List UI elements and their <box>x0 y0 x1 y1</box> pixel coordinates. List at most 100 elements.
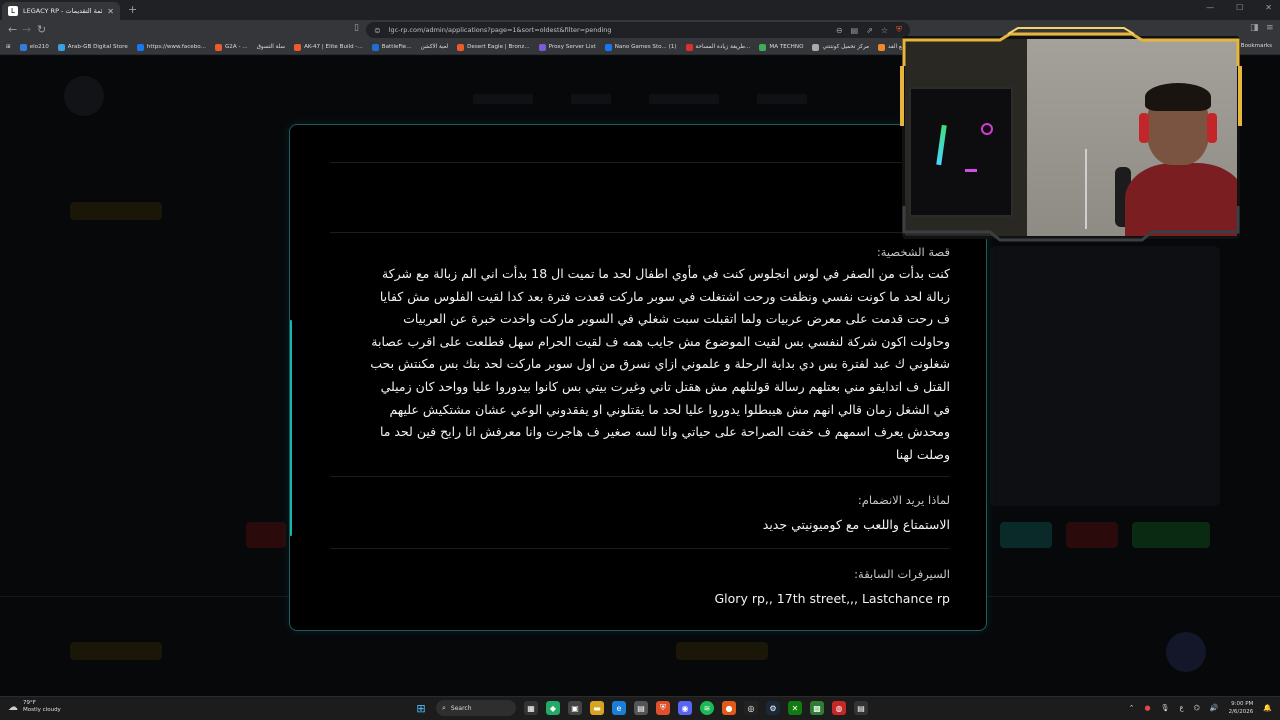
app-icon[interactable]: ● <box>722 701 736 715</box>
site-info-icon[interactable]: ⊜ <box>374 26 381 35</box>
widgets-icon[interactable]: ▦ <box>524 701 538 715</box>
spotify-icon[interactable]: ≋ <box>700 701 714 715</box>
store-icon[interactable]: ▤ <box>634 701 648 715</box>
modal-scroll-accent[interactable] <box>290 320 292 536</box>
language-icon[interactable]: ع <box>1180 704 1184 712</box>
clock-date: 2/6/2026 <box>1228 709 1254 715</box>
bg-button <box>1066 522 1118 548</box>
sidebar-toggle-icon[interactable]: ◨ <box>1250 23 1259 33</box>
browser-titlebar: L LEGACY RP - قائمة التقديمات ✕ + — ☐ ✕ <box>0 0 1280 20</box>
windows-start-icon[interactable]: ⊞ <box>414 701 428 715</box>
zoom-icon[interactable]: ⊖ <box>836 26 843 35</box>
application-detail-modal: عية: برنس قصة الشخصية: كنت بدأت من الصفر… <box>289 124 987 631</box>
field-value-why-join: الاستمتاع واللعب مع كوميونيتي جديد <box>762 517 950 533</box>
menu-icon[interactable]: ≡ <box>1266 23 1274 33</box>
obs-icon[interactable]: ◎ <box>744 701 758 715</box>
file-explorer-icon[interactable]: ▬ <box>590 701 604 715</box>
page-icon[interactable]: ▤ <box>851 26 859 35</box>
webcam-overlay <box>902 36 1240 239</box>
minimize-icon[interactable]: — <box>1206 3 1214 12</box>
weather-widget[interactable]: ☁ 79°F Mostly cloudy <box>8 700 61 714</box>
close-window-icon[interactable]: ✕ <box>1265 3 1272 12</box>
address-bar[interactable]: ⊜ lgc-rp.com/admin/applications?page=1&s… <box>366 22 910 38</box>
bookmark-item[interactable]: AK-47 | Elite Build -... <box>294 43 363 51</box>
maximize-icon[interactable]: ☐ <box>1236 3 1243 12</box>
bg-card <box>990 246 1220 506</box>
apps-grid-icon[interactable]: ⊞ <box>6 44 11 50</box>
headphones-icon <box>1207 113 1217 143</box>
field-value-story: كنت بدأت من الصفر في لوس انجلوس كنت في م… <box>330 263 950 466</box>
star-icon[interactable]: ☆ <box>881 26 888 35</box>
field-label-why-join: لماذا يريد الانضمام: <box>857 493 950 508</box>
story-line: زبالة لحد ما كونت نفسي ونظفت ورحت اشتغلت… <box>379 288 950 304</box>
field-label-character-name: عية: <box>330 181 986 195</box>
site-favicon-icon: L <box>8 6 18 16</box>
bg-pill <box>70 642 162 660</box>
new-tab-button[interactable]: + <box>128 3 137 16</box>
network-icon[interactable]: ⌬ <box>1194 704 1200 712</box>
clock[interactable]: 9:00 PM 2/6/2026 <box>1229 700 1254 716</box>
mic-icon[interactable]: 🎙 <box>1161 704 1170 712</box>
weather-temp: 79°F <box>23 700 36 706</box>
notification-bell-icon[interactable]: 🔔 <box>1263 704 1272 712</box>
cam-pc-case <box>909 87 1013 217</box>
cam-person-body <box>1125 163 1237 236</box>
modal-content: عية: برنس قصة الشخصية: كنت بدأت من الصفر… <box>330 125 986 607</box>
reload-icon[interactable]: ↻ <box>37 23 46 36</box>
discord-icon[interactable]: ◉ <box>678 701 692 715</box>
bookmark-item[interactable]: Nano Games Sto... (1) <box>604 43 677 51</box>
bookmark-item[interactable]: Proxy Server List <box>538 43 596 51</box>
story-line: وصلت لهنا <box>895 446 950 462</box>
cam-mic-stand <box>1085 149 1087 229</box>
bookmark-item[interactable]: https://www.facebo... <box>136 43 206 51</box>
tray-app-icon[interactable]: ● <box>1145 704 1151 712</box>
bookmark-item[interactable]: مركز تحميل كونتنتي <box>812 43 869 51</box>
share-icon[interactable]: ⇗ <box>866 26 873 35</box>
field-value-character-name: برنس <box>330 205 986 220</box>
system-tray: ⌃ ● 🎙 ع ⌬ 🔊 9:00 PM 2/6/2026 🔔 <box>1129 700 1272 716</box>
task-view-icon[interactable]: ▣ <box>568 701 582 715</box>
chevron-up-icon[interactable]: ⌃ <box>1129 704 1135 712</box>
brave-icon[interactable]: ⛨ <box>656 701 670 715</box>
bg-pill <box>676 642 768 660</box>
bookmark-page-icon[interactable]: ▯ <box>354 23 359 33</box>
tab-title: LEGACY RP - قائمة التقديمات <box>23 7 103 15</box>
xbox-icon[interactable]: ✕ <box>788 701 802 715</box>
story-line: شغلوني ك عبد لفترة بس دي بداية الرحلة و … <box>370 356 950 372</box>
steam-icon[interactable]: ⚙ <box>766 701 780 715</box>
bookmark-item[interactable]: لعبة الاكشن <box>421 44 449 50</box>
bookmark-item[interactable]: elo210 <box>19 43 49 51</box>
bookmark-item[interactable]: Desert Eagle | Bronz... <box>457 43 530 51</box>
back-arrow-icon[interactable]: ← <box>8 23 17 36</box>
taskbar-apps: ⊞ ⌕ Search ▦ ◆ ▣ ▬ e ▤ ⛨ ◉ ≋ ● ◎ ⚙ ✕ ▩ ◍… <box>414 700 868 716</box>
bookmark-item[interactable]: سلة التسوق <box>257 44 285 50</box>
bg-avatar <box>1166 632 1206 672</box>
url-text[interactable]: lgc-rp.com/admin/applications?page=1&sor… <box>389 26 828 34</box>
app-icon[interactable]: ◍ <box>832 701 846 715</box>
story-line: ف رحت قدمت على معرض عربيات ولما اتقبلت س… <box>403 311 950 327</box>
copilot-icon[interactable]: ◆ <box>546 701 560 715</box>
search-label: Search <box>450 704 472 712</box>
window-controls: — ☐ ✕ <box>1206 3 1272 12</box>
volume-icon[interactable]: 🔊 <box>1210 704 1219 712</box>
bookmark-item[interactable]: طريقة زيادة المساحة... <box>685 43 750 51</box>
app-icon[interactable]: ▤ <box>854 701 868 715</box>
bookmark-item[interactable]: Arab-GB Digital Store <box>57 43 128 51</box>
cam-rgb-fan <box>981 123 993 135</box>
divider <box>330 476 950 478</box>
search-icon: ⌕ <box>442 703 446 712</box>
close-tab-icon[interactable]: ✕ <box>107 7 114 16</box>
bookmark-item[interactable]: G2A - ... <box>214 43 248 51</box>
field-label-previous-servers: السيرفرات السابقة: <box>854 567 950 582</box>
bookmark-item[interactable]: MA TECHNO <box>759 43 803 51</box>
tab-active[interactable]: L LEGACY RP - قائمة التقديمات ✕ <box>2 2 120 20</box>
brave-shield-icon[interactable]: ⛨ <box>896 25 902 35</box>
edge-icon[interactable]: e <box>612 701 626 715</box>
app-icon[interactable]: ▩ <box>810 701 824 715</box>
forward-arrow-icon[interactable]: → <box>22 23 31 36</box>
divider <box>330 548 950 550</box>
divider <box>330 232 950 233</box>
taskbar-search[interactable]: ⌕ Search <box>436 700 516 716</box>
field-value-previous-servers: Glory rp,, 17th street,,, Lastchance rp <box>714 591 951 607</box>
bookmark-item[interactable]: BattleFie... <box>371 43 412 51</box>
